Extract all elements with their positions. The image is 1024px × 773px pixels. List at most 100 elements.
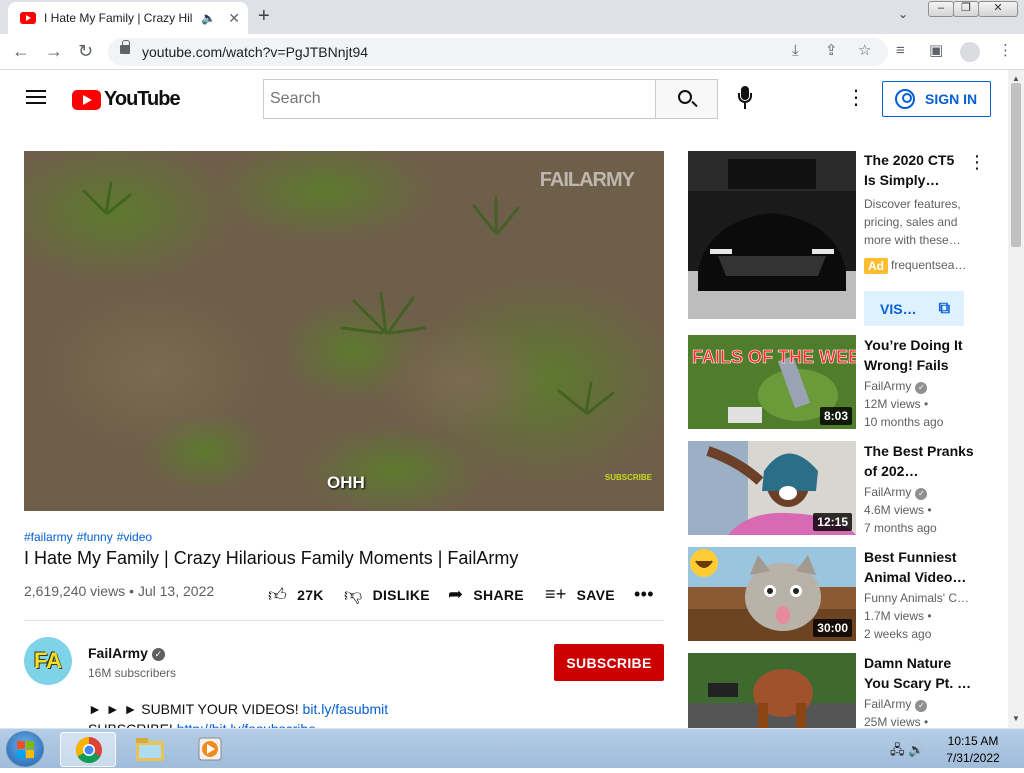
video-thumbnail[interactable] — [688, 653, 856, 728]
channel-name[interactable]: FailArmy ✓ — [864, 485, 928, 500]
divider — [24, 620, 664, 621]
bookmark-star-icon[interactable]: ☆ — [858, 42, 871, 60]
share-page-icon[interactable]: ⇪ — [825, 42, 838, 60]
chrome-icon — [75, 736, 102, 764]
youtube-play-icon — [72, 89, 101, 110]
search-input[interactable] — [270, 80, 655, 118]
media-player-icon — [198, 737, 222, 761]
video-player[interactable]: FAILARMY OHH SUBSCRIBE — [24, 151, 664, 511]
verified-check-icon: ✓ — [915, 382, 928, 394]
media-control-icon[interactable]: ≡ — [896, 42, 905, 60]
video-title[interactable]: Damn Nature You Scary Pt. … — [864, 653, 974, 693]
view-count: 12M views • — [864, 397, 929, 411]
chrome-menu-icon[interactable]: ⋮ — [998, 42, 1013, 60]
subscribe-watermark: SUBSCRIBE — [604, 473, 652, 482]
taskbar-media-player-button[interactable] — [182, 732, 238, 767]
browser-tab-strip: I Hate My Family | Crazy Hila 🔈 ✕ + ⌄ – … — [0, 0, 1024, 34]
tab-search-chevron-icon[interactable]: ⌄ — [898, 7, 908, 21]
clock-date[interactable]: 7/31/2022 — [940, 751, 1006, 765]
ad-title[interactable]: The 2020 CT5 Is Simply… — [864, 150, 964, 190]
save-label: SAVE — [576, 586, 615, 603]
failarmy-watermark: FAILARMY — [539, 169, 635, 191]
youtube-logo[interactable]: YouTube — [72, 88, 181, 111]
minimize-button[interactable]: – — [928, 1, 954, 17]
ad-visit-label: VIS… — [880, 300, 917, 317]
windows-taskbar: 🖧 🔊 10:15 AM 7/31/2022 — [0, 728, 1024, 768]
ad-thumbnail[interactable] — [688, 151, 856, 319]
search-icon — [678, 90, 692, 104]
video-duration: 12:15 — [813, 513, 852, 531]
sign-in-button[interactable]: SIGN IN — [882, 81, 991, 117]
back-icon[interactable]: ← — [12, 41, 30, 61]
folder-icon — [136, 738, 164, 761]
fails-overlay-text: FAILS OF THE WEEK — [692, 347, 856, 367]
video-frame — [24, 151, 664, 511]
taskbar-explorer-button[interactable] — [122, 732, 178, 767]
clock-time[interactable]: 10:15 AM — [940, 734, 1006, 748]
video-title[interactable]: You’re Doing It Wrong! Fails o… — [864, 335, 974, 375]
playlist-add-icon: ≡+ — [545, 584, 567, 604]
tray-network-volume-icons[interactable]: 🖧 🔊 — [890, 741, 924, 763]
dislike-label: DISLIKE — [372, 587, 430, 603]
dislike-button[interactable]: 👎︎ DISLIKE — [344, 584, 430, 606]
submit-link[interactable]: bit.ly/fasubmit — [303, 701, 389, 717]
url-text: youtube.com/watch?v=PgJTBNnjt94 — [142, 44, 369, 60]
save-button[interactable]: ≡+ SAVE — [545, 584, 615, 605]
scrollbar-thumb[interactable] — [1011, 83, 1021, 247]
start-button[interactable] — [6, 731, 44, 767]
settings-kebab-icon[interactable]: ⋮ — [846, 88, 866, 108]
more-actions-icon[interactable]: ••• — [634, 584, 664, 605]
video-thumbnail[interactable]: 30:00 — [688, 547, 856, 641]
share-label: SHARE — [473, 586, 524, 603]
view-count: 1.7M views • — [864, 609, 932, 623]
hashtag-link[interactable]: #failarmy — [24, 530, 73, 544]
channel-name-text: FailArmy — [88, 645, 148, 661]
youtube-favicon-icon — [20, 12, 36, 24]
channel-avatar[interactable]: FA — [24, 637, 72, 685]
video-duration: 30:00 — [813, 619, 852, 637]
scroll-up-arrow-icon[interactable]: ▲ — [1012, 74, 1020, 83]
ad-visit-button[interactable]: VIS… ⧉ — [864, 291, 964, 326]
share-button[interactable]: ➦ SHARE — [448, 584, 524, 605]
recommendation-item[interactable]: Damn Nature You Scary Pt. … FailArmy ✓ 25… — [688, 653, 988, 728]
video-title[interactable]: Best Funniest Animal Video… — [864, 547, 974, 587]
subscribe-button[interactable]: SUBSCRIBE — [554, 644, 664, 681]
video-thumbnail[interactable]: FAILS OF THE WEEK 8:03 — [688, 335, 856, 429]
verified-check-icon: ✓ — [151, 648, 165, 661]
address-bar[interactable]: youtube.com/watch?v=PgJTBNnjt94 — [108, 38, 888, 66]
hashtag-link[interactable]: #video — [117, 530, 152, 544]
video-title[interactable]: The Best Pranks of 202… — [864, 441, 974, 481]
description-text: ► ► ► SUBMIT YOUR VIDEOS! — [88, 701, 303, 717]
hamburger-menu-icon[interactable] — [26, 90, 46, 104]
close-window-button[interactable]: ✕ — [978, 1, 1018, 17]
search-button[interactable] — [655, 79, 718, 119]
hashtags: #failarmy #funny #video — [24, 530, 156, 544]
side-panel-icon[interactable]: ▣ — [929, 42, 943, 60]
restore-button[interactable]: ❐ — [953, 1, 979, 17]
ad-menu-kebab-icon[interactable]: ⋮ — [968, 152, 986, 173]
close-tab-icon[interactable]: ✕ — [228, 10, 240, 27]
like-button[interactable]: 👍︎ 27K — [268, 584, 324, 606]
video-title: I Hate My Family | Crazy Hilarious Famil… — [24, 548, 519, 568]
channel-name[interactable]: FailArmy ✓ — [864, 697, 928, 712]
scroll-down-arrow-icon[interactable]: ▼ — [1012, 714, 1020, 723]
speaker-icon[interactable]: 🔈 — [201, 11, 216, 25]
search-box[interactable] — [263, 79, 655, 119]
video-thumbnail[interactable]: 12:15 — [688, 441, 856, 535]
channel-name[interactable]: FailArmy ✓ — [864, 379, 928, 394]
channel-name[interactable]: FailArmy ✓ — [88, 645, 165, 661]
forward-icon[interactable]: → — [45, 41, 63, 61]
hashtag-link[interactable]: #funny — [77, 530, 113, 544]
reload-icon[interactable]: ↻ — [78, 41, 93, 61]
verified-check-icon: ✓ — [915, 700, 928, 712]
video-duration: 8:03 — [819, 407, 852, 425]
youtube-header: YouTube ⋮ SIGN IN — [0, 70, 1008, 126]
taskbar-chrome-button[interactable] — [60, 732, 116, 767]
new-tab-button[interactable]: + — [258, 6, 270, 26]
profile-icon[interactable] — [960, 42, 980, 62]
logo-text: YouTube — [104, 88, 181, 110]
browser-tab[interactable]: I Hate My Family | Crazy Hila 🔈 ✕ — [8, 2, 248, 34]
channel-name[interactable]: Funny Animals' C… — [864, 591, 969, 605]
install-icon[interactable]: ⤓ — [792, 42, 799, 60]
microphone-icon[interactable] — [738, 86, 752, 112]
